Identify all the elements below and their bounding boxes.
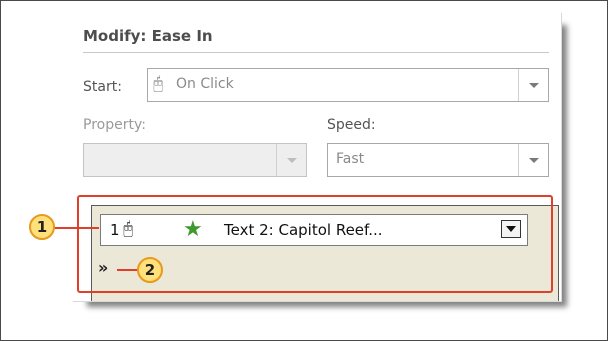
start-dropdown-value: On Click [176, 76, 234, 92]
chevron-down-icon [276, 144, 306, 176]
callout-1: 1 [29, 214, 55, 240]
chevron-down-icon[interactable] [518, 144, 548, 176]
property-dropdown [83, 143, 307, 177]
callout-2: 2 [137, 257, 163, 283]
mouse-click-icon: 🖰 [153, 74, 164, 94]
property-label: Property: [83, 117, 146, 133]
chevron-down-icon[interactable] [518, 69, 548, 101]
speed-dropdown-value: Fast [336, 151, 365, 167]
title-divider [83, 52, 549, 53]
callout-2-leader [117, 269, 139, 271]
speed-dropdown[interactable]: Fast [327, 143, 549, 177]
screenshot-frame: Modify: Ease In Start: 🖰 On Click Proper… [0, 0, 608, 341]
start-label: Start: [83, 79, 122, 95]
speed-label: Speed: [327, 117, 376, 133]
callout-1-leader [53, 227, 99, 229]
start-dropdown[interactable]: 🖰 On Click [147, 68, 549, 102]
modify-section-title: Modify: Ease In [83, 27, 213, 45]
